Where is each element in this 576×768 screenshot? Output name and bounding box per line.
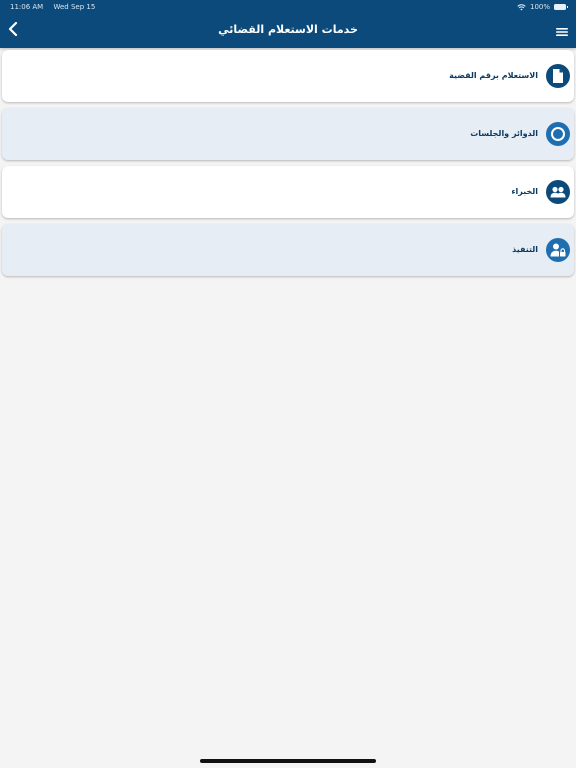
document-icon (553, 69, 563, 83)
status-left: 11:06 AM Wed Sep 15 (10, 0, 103, 14)
service-list: الاستعلام برقم القضية الدوائر والجلسات ا… (2, 50, 574, 282)
status-time: 11:06 AM (10, 3, 44, 11)
list-item-execution[interactable]: التنفيذ (2, 224, 574, 276)
wifi-icon (517, 3, 526, 10)
list-item-label: الدوائر والجلسات (470, 129, 538, 138)
user-lock-icon (550, 243, 566, 257)
app-screen: 11:06 AM Wed Sep 15 100% خدمات الاستعلام… (0, 0, 576, 768)
people-icon (550, 186, 566, 198)
item-icon-wrap (546, 64, 570, 88)
app-header: 11:06 AM Wed Sep 15 100% خدمات الاستعلام… (0, 0, 576, 48)
list-item-label: الخبراء (511, 187, 538, 196)
nav-bar: خدمات الاستعلام القضائي (0, 14, 576, 48)
battery-percent: 100% (529, 3, 550, 11)
menu-button[interactable] (556, 23, 568, 36)
item-icon-wrap (546, 180, 570, 204)
circle-icon (551, 127, 565, 141)
battery-icon (554, 4, 568, 10)
item-icon-wrap (546, 122, 570, 146)
page-title: خدمات الاستعلام القضائي (218, 23, 358, 36)
status-right: 100% (517, 0, 568, 14)
list-item-label: التنفيذ (512, 245, 538, 254)
list-item-label: الاستعلام برقم القضية (449, 71, 538, 80)
list-item-experts[interactable]: الخبراء (2, 166, 574, 218)
status-bar: 11:06 AM Wed Sep 15 100% (0, 0, 576, 14)
list-item-case-inquiry[interactable]: الاستعلام برقم القضية (2, 50, 574, 102)
item-icon-wrap (546, 238, 570, 262)
status-date: Wed Sep 15 (53, 3, 96, 11)
home-indicator (200, 759, 376, 763)
hamburger-menu-icon (556, 28, 568, 36)
list-item-circuits-sessions[interactable]: الدوائر والجلسات (2, 108, 574, 160)
